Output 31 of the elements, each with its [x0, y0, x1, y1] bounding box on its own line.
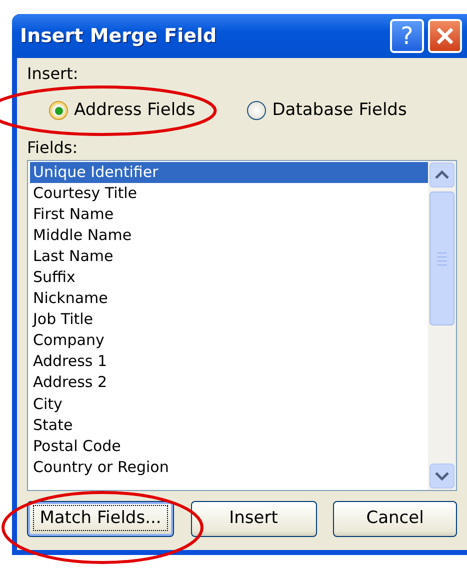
- help-button[interactable]: ?: [390, 19, 424, 53]
- list-item[interactable]: Unique Identifier: [30, 162, 428, 183]
- list-item[interactable]: State: [30, 414, 428, 436]
- scroll-down-button[interactable]: [429, 462, 455, 488]
- radio-button[interactable]: [49, 101, 68, 120]
- list-item[interactable]: City: [30, 394, 428, 415]
- dialog-button[interactable]: Match Fields...: [27, 500, 174, 536]
- list-item[interactable]: Middle Name: [30, 224, 428, 246]
- list-item[interactable]: Job Title: [30, 309, 428, 330]
- scroll-thumb[interactable]: [429, 190, 455, 326]
- list-item[interactable]: Postal Code: [30, 436, 428, 457]
- radio-button[interactable]: [247, 101, 266, 120]
- insert-label: Insert:: [27, 64, 78, 84]
- dialog-button[interactable]: Insert: [190, 500, 316, 536]
- list-item[interactable]: Address 2: [30, 372, 428, 394]
- list-item[interactable]: Nickname: [30, 288, 428, 310]
- list-item[interactable]: Suffix: [30, 266, 428, 288]
- list-item[interactable]: Courtesy Title: [30, 182, 428, 204]
- radio-option[interactable]: Database Fields: [247, 98, 407, 124]
- list-item[interactable]: Last Name: [30, 246, 428, 267]
- close-icon: [435, 26, 455, 46]
- window-title: Insert Merge Field: [20, 24, 218, 49]
- close-button[interactable]: [428, 19, 462, 53]
- radio-option[interactable]: Address Fields: [49, 98, 196, 124]
- list-item[interactable]: Country or Region: [30, 456, 428, 478]
- fields-label: Fields:: [27, 138, 78, 158]
- list-item[interactable]: Address 1: [30, 351, 428, 372]
- dialog-button[interactable]: Cancel: [333, 500, 457, 536]
- list-item[interactable]: First Name: [30, 204, 428, 225]
- list-item[interactable]: Company: [30, 330, 428, 352]
- scroll-up-button[interactable]: [429, 162, 455, 188]
